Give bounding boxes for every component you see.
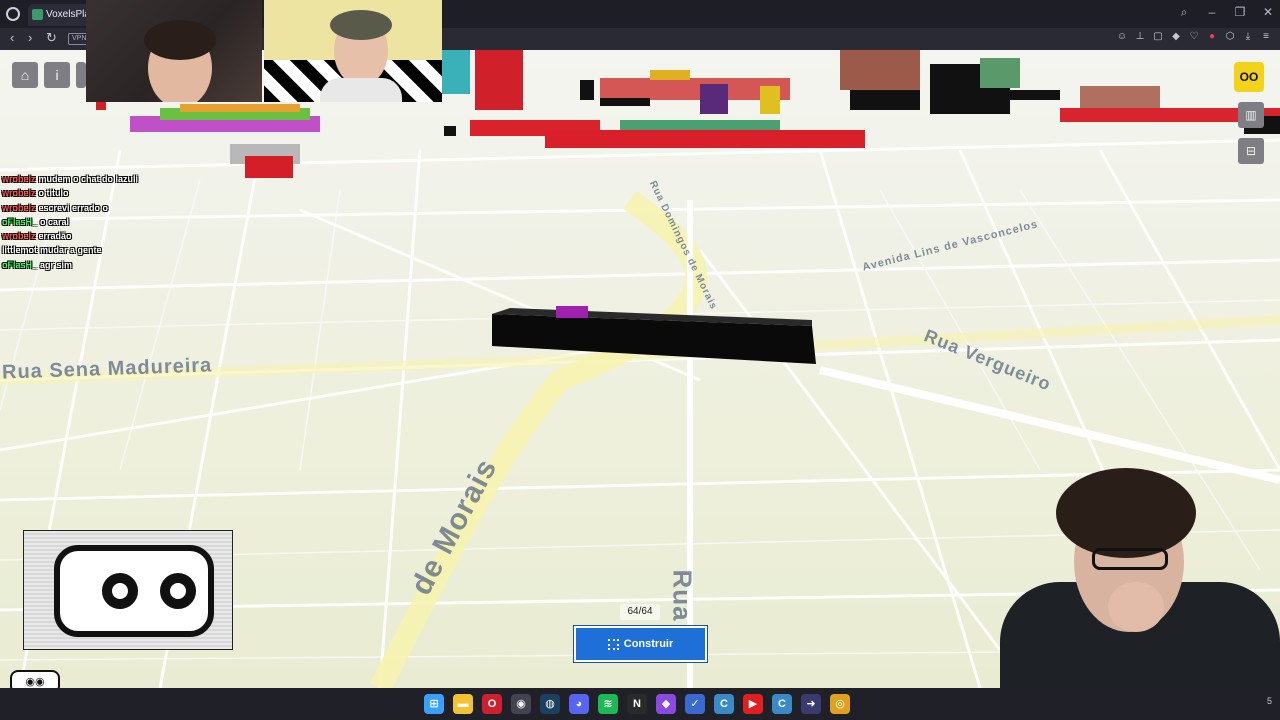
record-icon[interactable]: ● xyxy=(1206,31,1218,43)
streamer-hair xyxy=(1056,468,1196,558)
skull-eye-right xyxy=(160,573,196,609)
streamer-hair xyxy=(144,20,216,60)
app-logo-button[interactable]: OO xyxy=(1234,62,1264,92)
chat-message: wrobelz mudem o chat do lazuli xyxy=(2,172,212,186)
extension-toolbar: ☺ ⊥ ▢ ◆ ♡ ● ⬡ ⤓ ≡ xyxy=(1116,31,1272,43)
chat-message: oFlasH_ agr sim xyxy=(2,258,212,272)
steam-icon[interactable]: ◍ xyxy=(540,694,560,714)
notion-icon[interactable]: N xyxy=(627,694,647,714)
discord-icon[interactable]: ◕ xyxy=(569,694,589,714)
snapshot-icon[interactable]: ▢ xyxy=(1152,31,1164,43)
home-icon: ⌂ xyxy=(20,67,30,83)
chrome-icon[interactable]: ◎ xyxy=(830,694,850,714)
cart-icon: ⊟ xyxy=(1245,144,1257,158)
heart-icon[interactable]: ♡ xyxy=(1188,31,1200,43)
opera-icon[interactable]: O xyxy=(482,694,502,714)
taskbar-apps: ⊞ ▬ O ◉ ◍ ◕ ≋ N ◆ ✓ C ▶ C ➜ ◎ xyxy=(424,694,850,714)
chat-message: wrobelz escrevi errado o xyxy=(2,201,212,215)
chat-message: wrobelz erradão xyxy=(2,229,212,243)
chat-text: mudem o chat do lazuli xyxy=(38,174,139,184)
fullscreen-icon xyxy=(607,638,619,650)
reload-button[interactable]: ↻ xyxy=(46,30,57,46)
more-button[interactable] xyxy=(76,62,86,88)
search-icon[interactable]: ⌕ xyxy=(1178,5,1190,20)
stats-button[interactable]: ▥ xyxy=(1238,102,1264,128)
chat-username: wrobelz xyxy=(2,174,36,184)
close-icon[interactable]: ✕ xyxy=(1262,5,1274,20)
glasses xyxy=(1092,548,1168,570)
youtube-icon[interactable]: ▶ xyxy=(743,694,763,714)
os-taskbar: ⊞ ▬ O ◉ ◍ ◕ ≋ N ◆ ✓ C ▶ C ➜ ◎ 5 xyxy=(0,688,1280,720)
channel-logo xyxy=(23,530,233,650)
construir-button[interactable]: Construir xyxy=(574,626,707,662)
window-controls: ⌕ – ❐ ✕ xyxy=(1178,5,1274,20)
app-c2-icon[interactable]: C xyxy=(772,694,792,714)
webcam-feed-1 xyxy=(86,0,262,102)
chat-message: oFlasH_ o caral xyxy=(2,215,212,229)
chat-username: oFlasH_ xyxy=(2,216,38,227)
bar-chart-icon: ▥ xyxy=(1245,108,1257,122)
chat-username: wrobelz xyxy=(2,202,36,213)
forward-button[interactable]: › xyxy=(28,30,32,45)
app-arrow-icon[interactable]: ➜ xyxy=(801,694,821,714)
spotify-icon[interactable]: ≋ xyxy=(598,694,618,714)
emoji-icon[interactable]: ☺ xyxy=(1116,31,1128,43)
chat-username: wrobelz xyxy=(2,188,36,199)
wallet-icon[interactable]: ◆ xyxy=(1170,31,1182,43)
tab-title: VoxelsPlac xyxy=(46,9,90,20)
chat-message: littlemot mudar a gente xyxy=(2,243,212,257)
minimize-icon[interactable]: – xyxy=(1206,5,1218,20)
construir-label: Construir xyxy=(623,638,674,650)
chat-text: agr sim xyxy=(40,259,73,270)
browser-logo-icon[interactable] xyxy=(6,7,20,21)
chat-text: o titulo xyxy=(38,188,69,199)
app-purple-icon[interactable]: ◆ xyxy=(656,694,676,714)
browser-tab[interactable]: VoxelsPlac xyxy=(28,4,90,26)
file-explorer-icon[interactable]: ▬ xyxy=(453,694,473,714)
chat-username: oFlasH_ xyxy=(2,259,38,270)
restore-icon[interactable]: ❐ xyxy=(1234,5,1246,20)
chat-text: mudar a gente xyxy=(40,245,102,256)
chat-text: o caral xyxy=(40,216,70,227)
obs-icon[interactable]: ◉ xyxy=(511,694,531,714)
streamer-shirt xyxy=(320,78,402,102)
webcam-feed-3 xyxy=(980,462,1280,688)
chat-text: escrevi errado o xyxy=(38,202,109,213)
skull-eye-left xyxy=(102,573,138,609)
pin-icon[interactable]: ⊥ xyxy=(1134,31,1146,43)
back-button[interactable]: ‹ xyxy=(10,30,14,45)
download-icon[interactable]: ⤓ xyxy=(1242,31,1254,43)
streamer-hand xyxy=(1108,582,1164,632)
app-c-icon[interactable]: C xyxy=(714,694,734,714)
chat-username: littlemot xyxy=(2,245,37,256)
street-label: Rua xyxy=(667,569,698,622)
streamer-cap xyxy=(330,10,392,40)
menu-icon[interactable]: ≡ xyxy=(1260,31,1272,43)
chat-message: wrobelz o titulo xyxy=(2,186,212,200)
info-button[interactable]: i xyxy=(44,62,70,88)
windows-start-icon[interactable]: ⊞ xyxy=(424,694,444,714)
cart-button[interactable]: ⊟ xyxy=(1238,138,1264,164)
pixel-counter: 64/64 xyxy=(620,604,660,620)
tab-favicon-icon xyxy=(32,9,43,20)
tasks-icon[interactable]: ✓ xyxy=(685,694,705,714)
info-icon: i xyxy=(55,67,59,83)
webcam-feed-2 xyxy=(264,0,442,102)
system-tray[interactable]: 5 xyxy=(1267,696,1272,706)
extensions-icon[interactable]: ⬡ xyxy=(1224,31,1236,43)
home-button[interactable]: ⌂ xyxy=(12,62,38,88)
chat-text: erradão xyxy=(38,231,72,242)
stream-chat: wrobelz mudem o chat do lazuli wrobelz o t… xyxy=(2,172,212,272)
chat-username: wrobelz xyxy=(2,231,36,242)
